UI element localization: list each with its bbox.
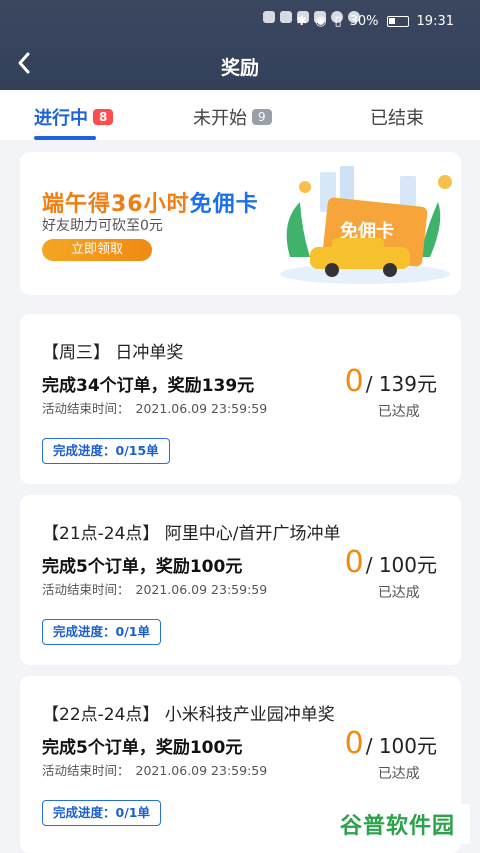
reward-title: 【21点-24点】 阿里中心/首开广场冲单	[42, 524, 341, 544]
end-time-label: 活动结束时间：	[42, 401, 130, 416]
reward-title: 【周三】 日冲单奖	[42, 343, 184, 363]
banner-illustration: 免佣卡	[280, 166, 452, 284]
end-time-value: 2021.06.09 23:59:59	[135, 401, 268, 416]
end-time-value: 2021.06.09 23:59:59	[135, 763, 268, 778]
end-time: 活动结束时间： 2021.06.09 23:59:59	[42, 398, 267, 417]
tab-label: 进行中	[34, 108, 88, 129]
bluetooth-icon: ✱	[296, 14, 308, 29]
app-header: ✱ ◉ ▯ 30% 19:31 奖励	[0, 0, 480, 90]
location-icon: ◉	[315, 14, 327, 29]
achieved-amount: 0	[344, 726, 364, 761]
signal-icon	[280, 11, 292, 23]
count-badge: 8	[93, 109, 114, 125]
reward-amount: 0/ 100元 已达成	[345, 726, 437, 783]
achieved-label: 已达成	[377, 585, 420, 601]
watermark: 谷普软件园	[325, 804, 470, 844]
end-time-label: 活动结束时间：	[42, 763, 130, 778]
battery-icon	[386, 16, 409, 27]
total-amount: / 100元	[365, 734, 437, 758]
battery-percent: 30%	[349, 14, 379, 29]
tab-not-started[interactable]: 未开始 9	[193, 104, 272, 130]
banner-subtitle: 好友助力可砍至0元	[42, 218, 163, 234]
active-tab-indicator	[34, 136, 96, 140]
reward-card[interactable]: 【21点-24点】 阿里中心/首开广场冲单 完成5个订单，奖励100元 活动结束…	[20, 495, 461, 665]
promo-banner[interactable]: 端午得36小时免佣卡 好友助力可砍至0元 立即领取 免佣卡	[20, 152, 461, 295]
banner-headline-highlight: 免佣卡	[189, 192, 259, 217]
tab-label: 未开始	[193, 108, 247, 129]
reward-amount: 0/ 100元 已达成	[345, 545, 437, 602]
system-status: ✱ ◉ ▯ 30% 19:31	[296, 14, 454, 29]
end-time: 活动结束时间： 2021.06.09 23:59:59	[42, 579, 267, 598]
banner-headline: 端午得36小时免佣卡	[42, 186, 259, 218]
total-amount: / 100元	[365, 553, 437, 577]
achieved-amount: 0	[344, 545, 364, 580]
banner-headline-text: 端午得36小时	[42, 192, 190, 217]
progress-tag: 完成进度：0/1单	[42, 619, 161, 645]
count-badge: 9	[252, 109, 272, 125]
tab-label: 已结束	[370, 108, 424, 129]
tab-ended[interactable]: 已结束	[370, 104, 424, 130]
progress-tag: 完成进度：0/15单	[42, 438, 170, 464]
progress-tag: 完成进度：0/1单	[42, 800, 161, 826]
reward-goal: 完成5个订单，奖励100元	[42, 738, 243, 758]
clock: 19:31	[416, 14, 454, 29]
end-time-value: 2021.06.09 23:59:59	[135, 582, 268, 597]
claim-now-button[interactable]: 立即领取	[42, 239, 152, 261]
page-title: 奖励	[220, 57, 259, 79]
end-time-label: 活动结束时间：	[42, 582, 130, 597]
status-bar: ✱ ◉ ▯ 30% 19:31	[0, 8, 480, 34]
reward-card[interactable]: 【周三】 日冲单奖 完成34个订单，奖励139元 活动结束时间： 2021.06.…	[20, 314, 461, 484]
reward-goal: 完成34个订单，奖励139元	[42, 376, 255, 396]
achieved-amount: 0	[344, 364, 364, 399]
reward-amount: 0/ 139元 已达成	[345, 364, 437, 421]
end-time: 活动结束时间： 2021.06.09 23:59:59	[42, 760, 267, 779]
reward-title: 【22点-24点】 小米科技产业园冲单奖	[42, 705, 335, 725]
achieved-label: 已达成	[377, 766, 420, 782]
hd-icon	[263, 11, 275, 23]
tab-bar: 进行中 8 未开始 9 已结束	[0, 90, 480, 140]
total-amount: / 139元	[365, 372, 437, 396]
tab-in-progress[interactable]: 进行中 8	[34, 104, 114, 130]
achieved-label: 已达成	[377, 404, 420, 420]
vibrate-icon: ▯	[334, 14, 342, 29]
reward-goal: 完成5个订单，奖励100元	[42, 557, 243, 577]
